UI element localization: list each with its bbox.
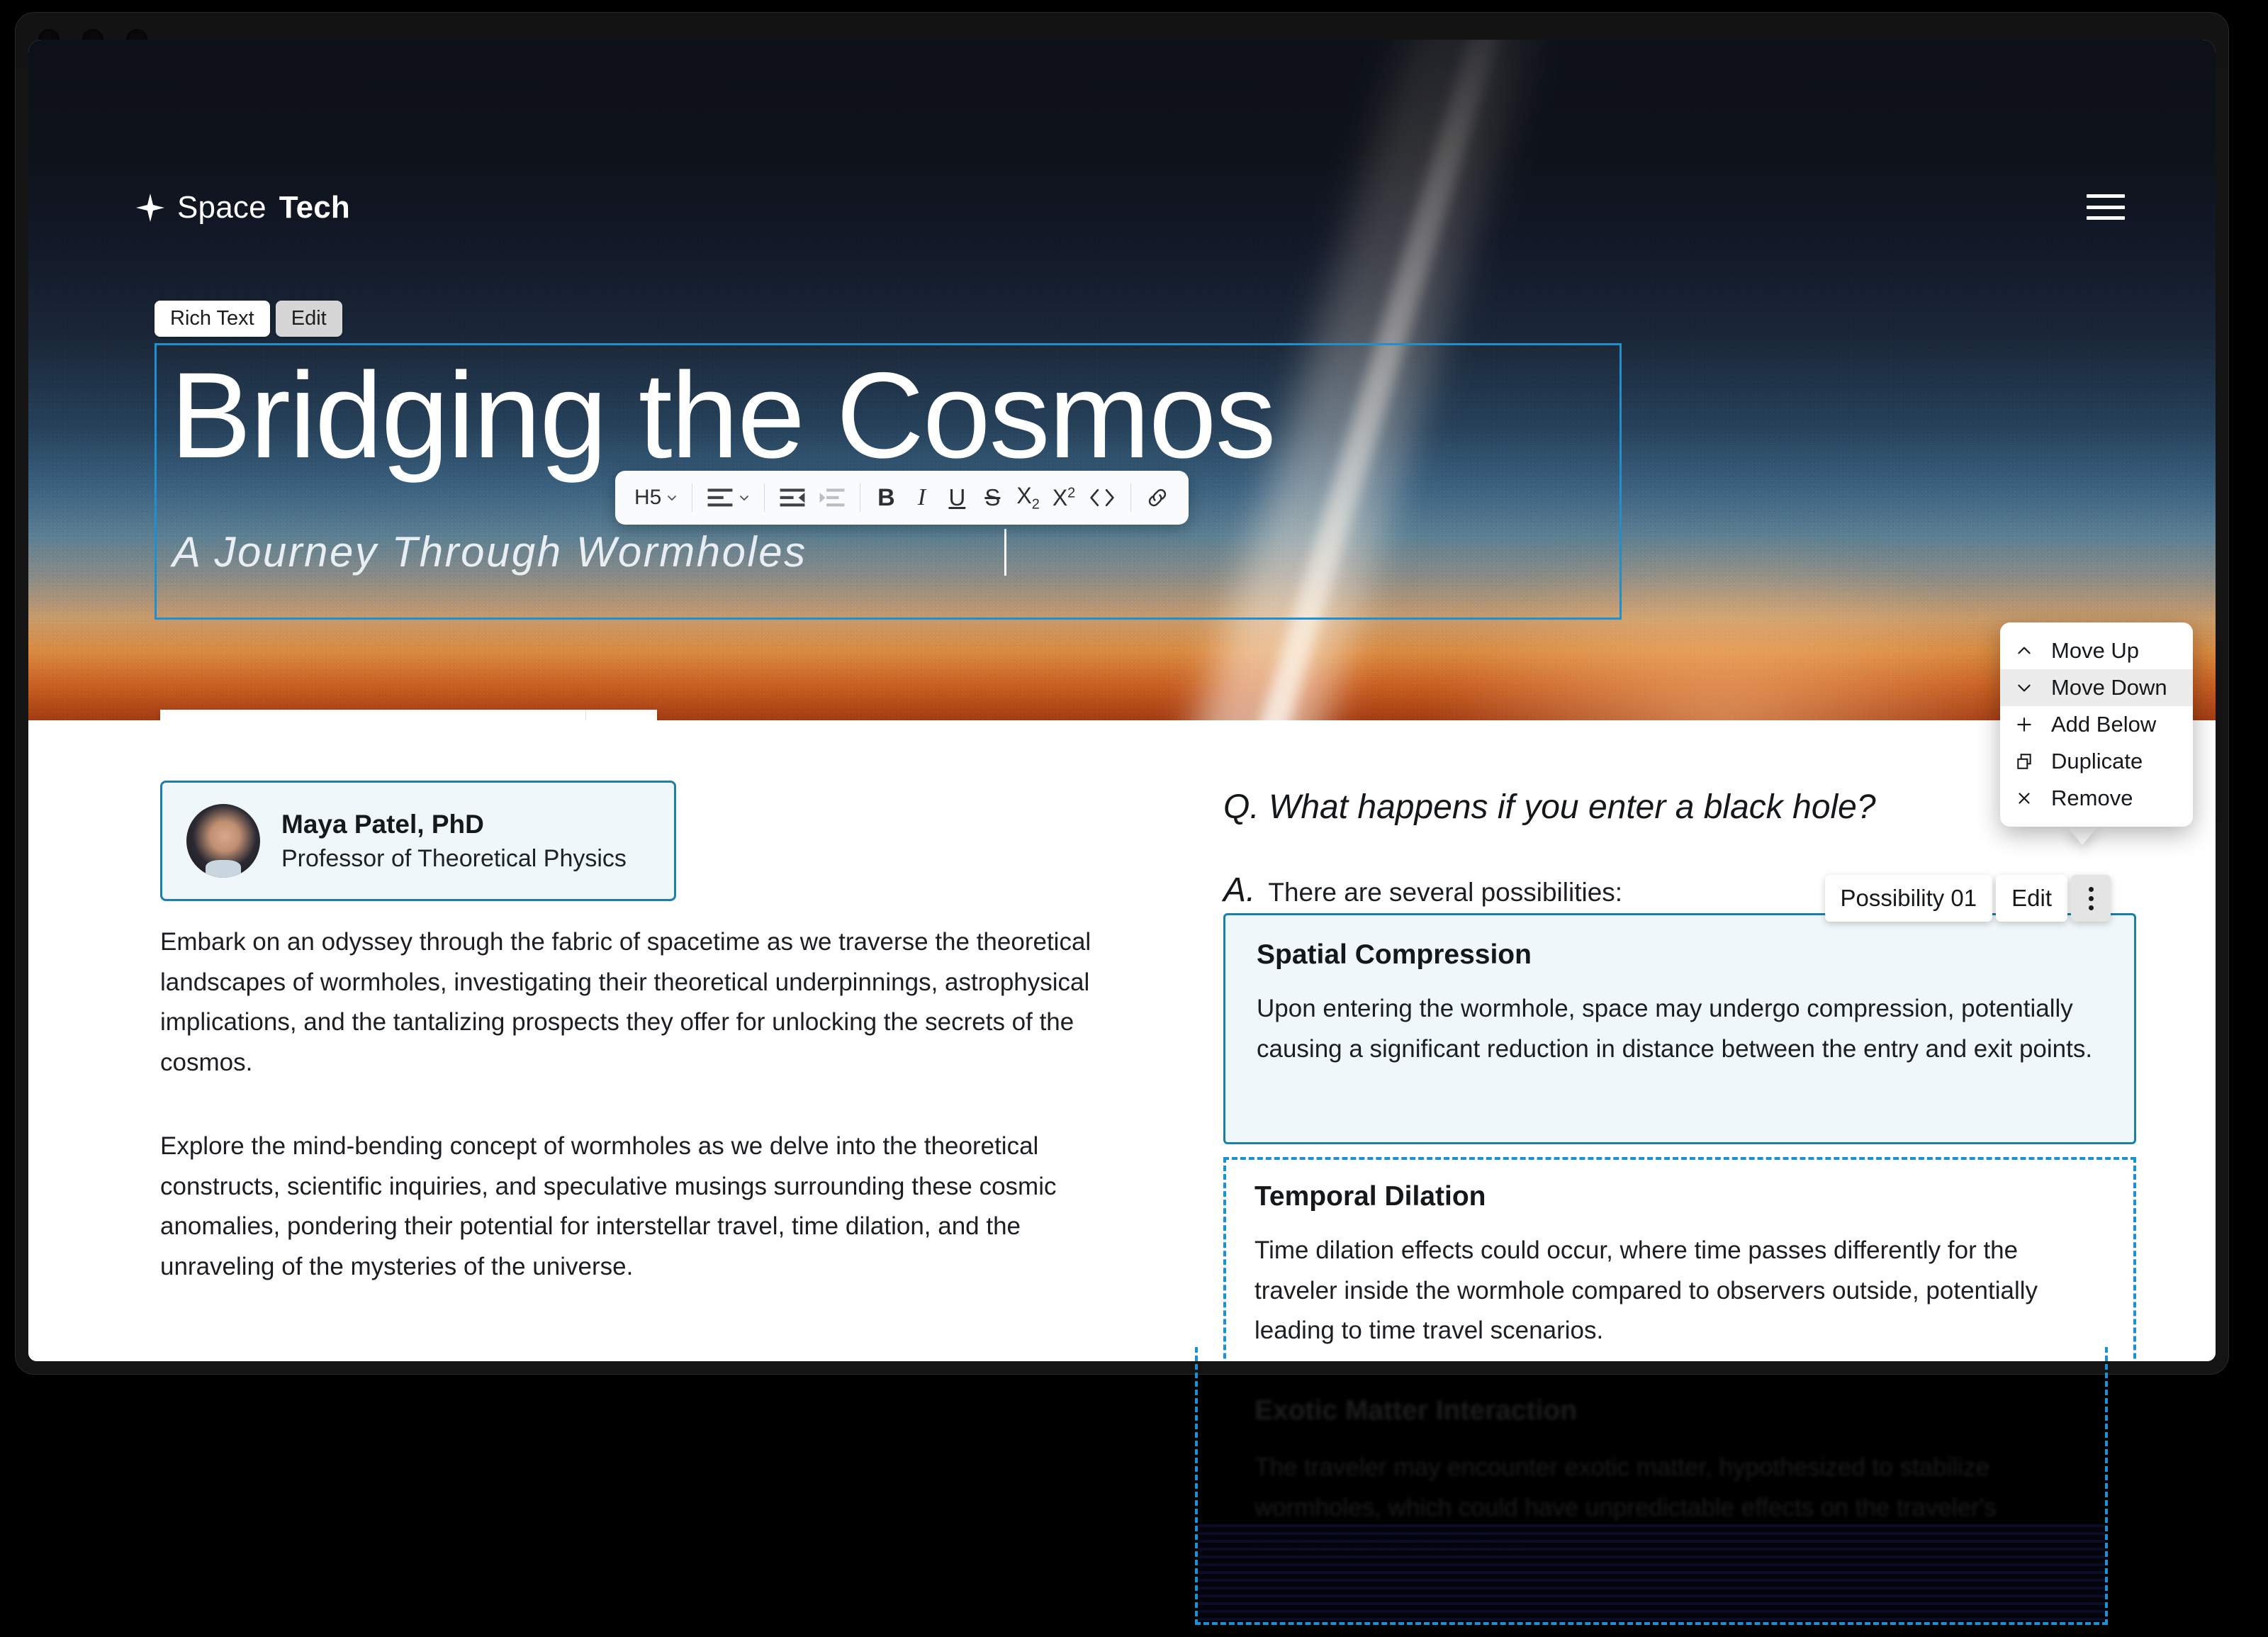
menu-item-label: Add Below [2051,712,2157,737]
answer-marker: A. [1223,871,1256,909]
link-button[interactable] [1139,479,1176,517]
chevron-up-icon [2013,642,2036,660]
add-reference-button[interactable] [586,710,657,720]
menu-item-move-up[interactable]: Move Up [2000,632,2193,669]
possibility-title: Exotic Matter Interaction [1254,1395,1578,1426]
bold-button[interactable]: B [868,479,904,517]
page-subtitle[interactable]: A Journey Through Wormholes [172,527,807,576]
link-icon [1149,488,1167,507]
hamburger-menu-icon[interactable] [2087,194,2125,220]
possibility-title: Spatial Compression [1257,939,1532,970]
possibility-card-1[interactable]: Spatial Compression Upon entering the wo… [1223,913,2136,1144]
possibility-card-2[interactable]: Temporal Dilation Time dilation effects … [1223,1157,2136,1361]
sparkle-star-icon [136,194,164,222]
avatar [186,804,260,878]
possibility-toolbar: Possibility 01 Edit [1824,875,2111,922]
strikethrough-label: S [984,484,1001,510]
page-viewport: Space Tech Rich Text Edit Bridging the Co… [28,40,2216,1361]
copy-icon [2013,752,2036,771]
subscript-button[interactable]: X2 [1010,479,1045,517]
author-card[interactable]: Maya Patel, PhD Professor of Theoretical… [160,781,676,901]
possibility-title: Temporal Dilation [1254,1181,1486,1212]
content-area: Maya Patel, PhD Professor of Theoretical… [28,720,2216,1361]
brand-name-light: Space [177,190,266,225]
more-vertical-icon[interactable] [2071,875,2111,922]
context-menu-pointer [2067,827,2098,845]
menu-item-add-below[interactable]: Add Below [2000,706,2193,743]
edit-pill[interactable]: Edit [275,301,342,337]
underline-button[interactable]: U [939,479,975,517]
close-x-icon [2013,789,2036,808]
screenshot-stage: Space Tech Rich Text Edit Bridging the Co… [0,0,2268,1637]
browser-window: Space Tech Rich Text Edit Bridging the Co… [16,13,2228,1374]
qa-answer-row[interactable]: A. There are several possibilities: [1223,871,1622,910]
menu-item-label: Move Up [2051,638,2140,663]
author-name: Maya Patel, PhD [281,809,484,839]
italic-button[interactable]: I [904,479,939,517]
menu-item-label: Move Down [2051,675,2167,700]
code-button[interactable] [1082,479,1123,517]
question-marker: Q. [1223,788,1259,826]
reference-selector-row: patel.m@spacetech.edu [160,710,657,720]
body-paragraph-2[interactable]: Explore the mind-bending concept of worm… [160,1127,1103,1287]
chevron-down-icon [668,496,677,501]
brand-logo[interactable]: Space Tech [136,190,350,225]
editor-mode-pills: Rich Text Edit [155,301,342,337]
brand-name-bold: Tech [279,190,350,225]
code-icon [1090,488,1114,507]
indent-button[interactable] [812,479,852,517]
possibility-text: Time dilation effects could occur, where… [1254,1236,2038,1345]
hero-section: Space Tech Rich Text Edit Bridging the Co… [28,40,2216,720]
align-select[interactable] [700,479,756,517]
body-paragraph-1[interactable]: Embark on an odyssey through the fabric … [160,922,1103,1083]
toolbar-divider [1130,484,1132,512]
toolbar-divider [764,484,765,512]
block-context-menu: Move Up Move Down Add Below Duplicate Re… [2000,622,2193,827]
menu-item-duplicate[interactable]: Duplicate [2000,743,2193,780]
subscript-icon: X2 [1016,482,1040,513]
bold-label: B [877,484,895,511]
align-left-icon [707,488,733,507]
menu-item-label: Remove [2051,786,2133,810]
superscript-button[interactable]: X2 [1046,479,1082,517]
menu-item-label: Duplicate [2051,749,2143,773]
superscript-icon: X2 [1052,484,1076,510]
italic-label: I [917,484,926,510]
author-info: Maya Patel, PhD Professor of Theoretical… [281,810,627,873]
possibility-edit-button[interactable]: Edit [1996,875,2067,922]
chevron-down-icon [740,496,749,501]
possibility-label-pill[interactable]: Possibility 01 [1824,875,1993,922]
rich-text-pill[interactable]: Rich Text [155,301,270,337]
plus-icon [2013,715,2036,734]
answer-intro-text: There are several possibilities: [1268,878,1623,907]
menu-item-move-down[interactable]: Move Down [2000,669,2193,706]
overflow-scanline-artifact [1198,1524,2105,1624]
text-caret [1004,529,1006,576]
reference-left-group: patel.m@spacetech.edu [160,710,585,720]
qa-question-row[interactable]: Q. What happens if you enter a black hol… [1223,788,1876,827]
outdent-icon [780,488,805,507]
indent-icon [819,488,845,507]
outdent-button[interactable] [773,479,812,517]
possibility-text: Upon entering the wormhole, space may un… [1257,995,2093,1063]
format-toolbar: H5 B I U S X2 X2 [615,471,1189,525]
menu-item-remove[interactable]: Remove [2000,780,2193,817]
chevron-down-icon [2013,678,2036,697]
question-text: What happens if you enter a black hole? [1269,788,1876,826]
underline-label: U [948,484,966,510]
heading-level-select[interactable]: H5 [628,479,684,517]
page-title[interactable]: Bridging the Cosmos [170,352,1276,480]
heading-level-label: H5 [634,486,662,509]
strikethrough-button[interactable]: S [975,479,1010,517]
author-role: Professor of Theoretical Physics [281,844,627,872]
